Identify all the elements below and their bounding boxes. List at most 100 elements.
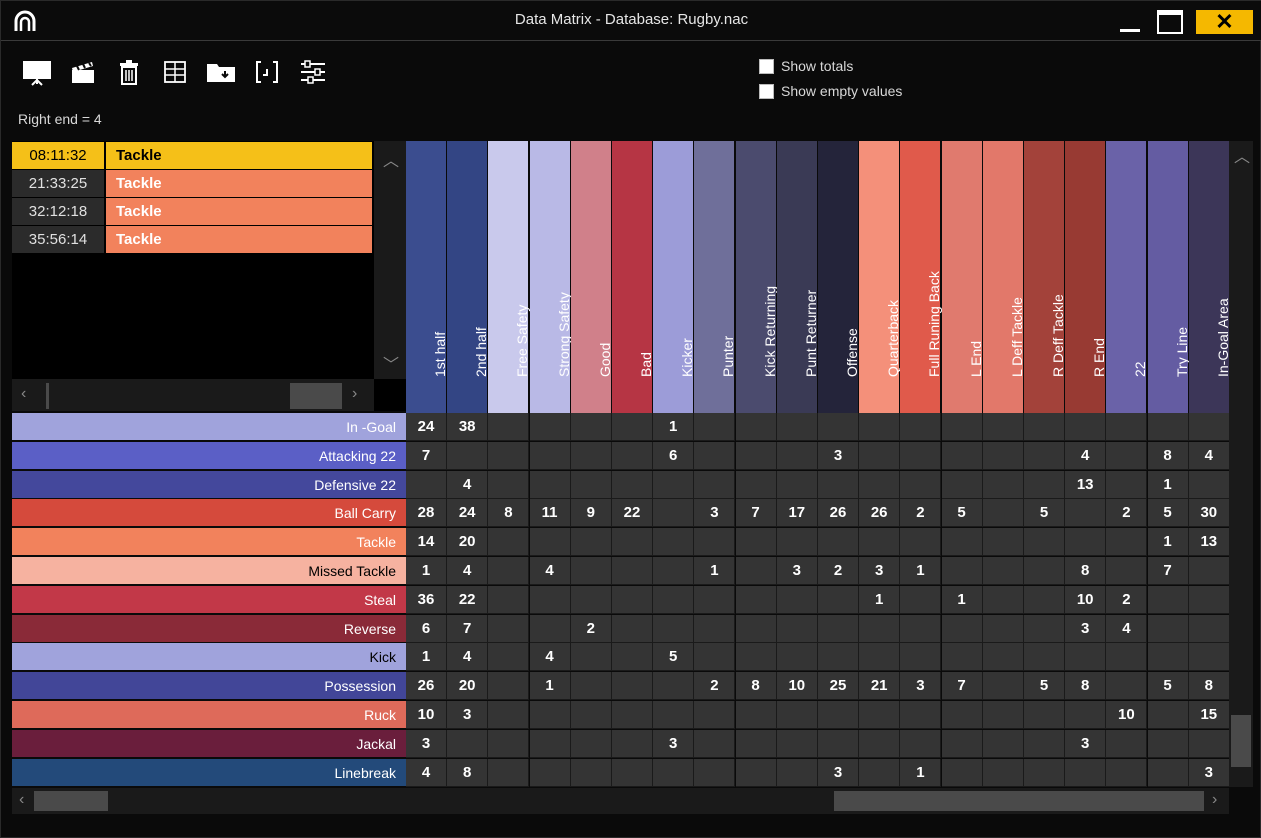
matrix-cell[interactable]: 14 <box>406 528 447 557</box>
row-header[interactable]: Attacking 22 <box>12 441 406 470</box>
column-header[interactable]: 2nd half <box>447 141 489 413</box>
matrix-cell[interactable] <box>941 441 983 470</box>
matrix-cell[interactable] <box>570 441 612 470</box>
matrix-cell[interactable] <box>776 470 818 499</box>
matrix-cell[interactable] <box>488 557 530 585</box>
matrix-cell[interactable] <box>776 441 818 470</box>
matrix-cell[interactable] <box>735 441 777 470</box>
column-header[interactable]: Kick Returning <box>735 141 778 413</box>
matrix-cell[interactable]: 10 <box>406 701 447 729</box>
scroll-thumb[interactable] <box>834 791 1204 811</box>
matrix-cell[interactable] <box>1065 758 1107 787</box>
matrix-cell[interactable]: 30 <box>1188 499 1229 528</box>
matrix-cell[interactable] <box>982 729 1024 758</box>
matrix-cell[interactable]: 38 <box>447 413 489 441</box>
matrix-cell[interactable]: 7 <box>406 441 447 470</box>
matrix-cell[interactable]: 7 <box>447 614 489 643</box>
matrix-cell[interactable]: 6 <box>406 614 447 643</box>
matrix-cell[interactable]: 36 <box>406 585 447 614</box>
matrix-cell[interactable]: 4 <box>1188 441 1229 470</box>
event-row[interactable]: 21:33:25 Tackle <box>12 170 372 197</box>
matrix-cell[interactable] <box>900 470 942 499</box>
matrix-cell[interactable] <box>694 643 736 672</box>
matrix-cell[interactable]: 4 <box>406 758 447 787</box>
matrix-cell[interactable] <box>982 643 1024 672</box>
matrix-cell[interactable]: 4 <box>447 470 489 499</box>
row-header[interactable]: Jackal <box>12 729 406 758</box>
show-empty-option[interactable]: Show empty values <box>759 83 902 99</box>
matrix-cell[interactable]: 4 <box>1106 614 1148 643</box>
matrix-cell[interactable] <box>859 614 901 643</box>
matrix-cell[interactable]: 11 <box>529 499 571 528</box>
matrix-cell[interactable] <box>982 701 1024 729</box>
matrix-cell[interactable]: 5 <box>1024 499 1065 528</box>
matrix-cell[interactable] <box>570 413 612 441</box>
matrix-cell[interactable] <box>818 413 859 441</box>
matrix-cell[interactable]: 24 <box>406 413 447 441</box>
matrix-cell[interactable] <box>1106 672 1148 701</box>
matrix-cell[interactable] <box>735 701 777 729</box>
matrix-cell[interactable] <box>612 528 653 557</box>
matrix-cell[interactable] <box>1106 643 1148 672</box>
matrix-cell[interactable] <box>900 701 942 729</box>
matrix-cell[interactable] <box>941 470 983 499</box>
matrix-cell[interactable]: 28 <box>406 499 447 528</box>
matrix-cell[interactable]: 8 <box>1188 672 1229 701</box>
matrix-cell[interactable]: 4 <box>529 643 571 672</box>
matrix-cell[interactable]: 2 <box>570 614 612 643</box>
column-header[interactable]: Good <box>570 141 613 413</box>
matrix-cell[interactable] <box>529 470 571 499</box>
matrix-cell[interactable] <box>488 672 530 701</box>
matrix-cell[interactable] <box>612 643 653 672</box>
matrix-cell[interactable] <box>982 758 1024 787</box>
matrix-cell[interactable] <box>653 758 695 787</box>
matrix-cell[interactable] <box>694 614 736 643</box>
matrix-cell[interactable] <box>982 672 1024 701</box>
column-header[interactable]: R End <box>1065 141 1107 413</box>
matrix-cell[interactable] <box>941 413 983 441</box>
matrix-cell[interactable] <box>982 585 1024 614</box>
matrix-cell[interactable]: 13 <box>1065 470 1107 499</box>
column-header[interactable]: Free Safety <box>488 141 530 413</box>
matrix-cell[interactable] <box>529 758 571 787</box>
table-icon[interactable] <box>159 57 191 87</box>
show-totals-option[interactable]: Show totals <box>759 58 853 74</box>
matrix-cell[interactable]: 8 <box>447 758 489 787</box>
matrix-cell[interactable]: 1 <box>900 758 942 787</box>
event-list-horizontal-scrollbar[interactable]: ‹ › <box>12 379 374 411</box>
matrix-cell[interactable] <box>1065 701 1107 729</box>
matrix-cell[interactable] <box>488 643 530 672</box>
matrix-cell[interactable]: 4 <box>1065 441 1107 470</box>
matrix-cell[interactable] <box>694 413 736 441</box>
matrix-cell[interactable]: 26 <box>818 499 859 528</box>
matrix-cell[interactable]: 8 <box>735 672 777 701</box>
matrix-cell[interactable] <box>735 557 777 585</box>
matrix-cell[interactable] <box>529 413 571 441</box>
matrix-cell[interactable]: 5 <box>1024 672 1065 701</box>
matrix-cell[interactable] <box>982 441 1024 470</box>
matrix-cell[interactable] <box>447 441 489 470</box>
matrix-cell[interactable]: 3 <box>818 441 859 470</box>
matrix-cell[interactable] <box>900 729 942 758</box>
matrix-cell[interactable] <box>1147 701 1189 729</box>
column-header[interactable]: Strong Safety <box>529 141 572 413</box>
matrix-cell[interactable] <box>818 614 859 643</box>
matrix-cell[interactable]: 1 <box>1147 528 1189 557</box>
column-header[interactable]: Try Line <box>1147 141 1190 413</box>
matrix-cell[interactable]: 3 <box>653 729 695 758</box>
column-header[interactable]: Quarterback <box>859 141 901 413</box>
matrix-cell[interactable]: 8 <box>1147 441 1189 470</box>
matrix-cell[interactable] <box>612 441 653 470</box>
matrix-cell[interactable] <box>1024 701 1065 729</box>
chevron-down-icon[interactable]: ﹀ <box>383 351 399 375</box>
matrix-cell[interactable] <box>776 528 818 557</box>
matrix-horizontal-scrollbar[interactable]: ‹ › <box>12 788 1229 814</box>
matrix-cell[interactable] <box>1106 729 1148 758</box>
matrix-cell[interactable] <box>982 413 1024 441</box>
matrix-cell[interactable] <box>1147 758 1189 787</box>
column-header[interactable]: R Deff Tackle <box>1024 141 1066 413</box>
matrix-cell[interactable] <box>570 758 612 787</box>
matrix-cell[interactable] <box>1065 499 1107 528</box>
matrix-cell[interactable] <box>653 557 695 585</box>
scroll-thumb[interactable] <box>1231 715 1251 767</box>
